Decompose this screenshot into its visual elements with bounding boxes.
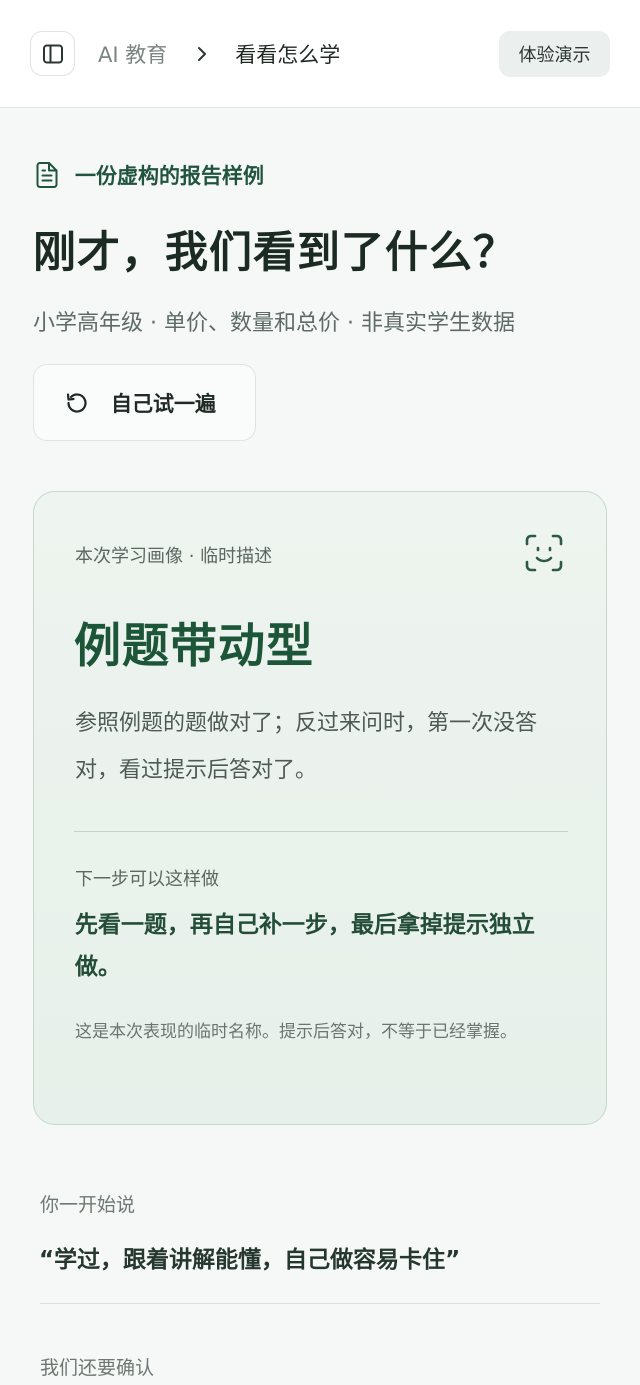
breadcrumb-current: 看看怎么学 — [235, 43, 341, 67]
chevron-right-icon — [195, 45, 209, 63]
profile-card: 本次学习画像 · 临时描述 例题带动型 参照例题的题做对了；反过来问时，第一次没… — [33, 491, 607, 1125]
demo-button[interactable]: 体验演示 — [499, 31, 610, 77]
page-title: 刚才，我们看到了什么？ — [33, 228, 517, 278]
sidebar-toggle-button[interactable] — [30, 31, 75, 76]
kicker-text: 一份虚构的报告样例 — [75, 164, 264, 188]
rotate-ccw-icon — [65, 391, 89, 415]
breadcrumb: AI 教育 看看怎么学 — [98, 38, 340, 70]
to-confirm-label: 我们还要确认 — [40, 1357, 155, 1379]
next-step-text: 先看一题，再自己补一步，最后拿掉提示独立做。 — [75, 912, 535, 980]
profile-card-label: 本次学习画像 · 临时描述 — [75, 546, 273, 567]
face-scan-icon — [525, 534, 563, 572]
profile-card-title: 例题带动型 — [74, 619, 314, 674]
initial-statement-quote: “学过，跟着讲解能懂，自己做容易卡住” — [39, 1247, 461, 1273]
profile-card-note: 这是本次表现的临时名称。提示后答对，不等于已经掌握。 — [75, 1022, 517, 1042]
next-step-label: 下一步可以这样做 — [75, 869, 219, 890]
report-kicker: 一份虚构的报告样例 — [35, 160, 264, 190]
retry-button-label: 自己试一遍 — [111, 391, 216, 416]
top-bar: AI 教育 看看怎么学 体验演示 — [0, 0, 640, 108]
report-page: AI 教育 看看怎么学 体验演示 一份虚构的报告样例 刚才，我们看到了什么？ 小… — [0, 0, 640, 1385]
sidebar-panel-icon — [42, 44, 63, 63]
document-icon — [35, 160, 61, 190]
profile-card-description: 参照例题的题做对了；反过来问时，第一次没答对，看过提示后答对了。 — [75, 711, 538, 783]
retry-button[interactable]: 自己试一遍 — [33, 364, 256, 441]
card-divider — [74, 831, 568, 832]
section-divider — [40, 1303, 600, 1304]
initial-statement-label: 你一开始说 — [40, 1194, 136, 1216]
breadcrumb-root[interactable]: AI 教育 — [98, 39, 167, 69]
page-subtitle: 小学高年级 · 单价、数量和总价 · 非真实学生数据 — [33, 311, 515, 336]
